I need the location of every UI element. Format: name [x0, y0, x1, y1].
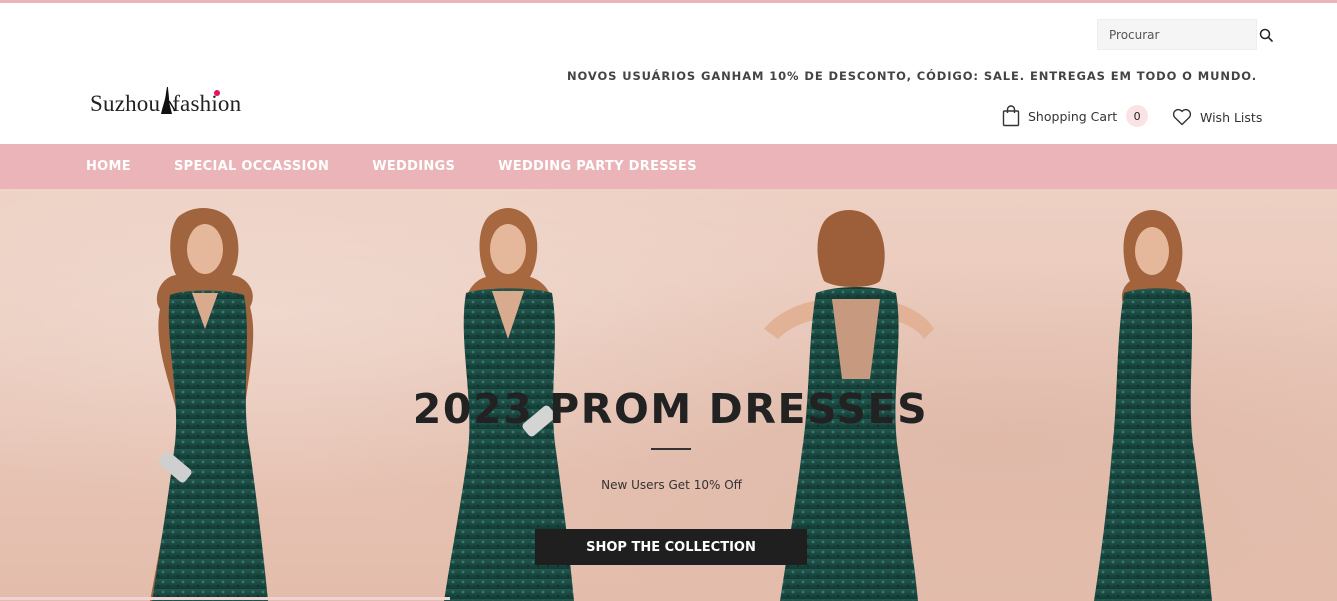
site-header: Suzhoufashion NOVOS USUÁRIOS GANHAM 10% …: [0, 3, 1337, 144]
logo-dress-icon: [161, 87, 176, 114]
hero-bottom-strip: [0, 597, 450, 600]
cart-count-badge: 0: [1126, 105, 1149, 127]
hero-banner: 2023 PROM DRESSES New Users Get 10% Off …: [0, 189, 1337, 601]
wish-lists-link[interactable]: Wish Lists: [1172, 104, 1262, 130]
heart-icon: [1172, 108, 1192, 126]
shopping-cart-label: Shopping Cart: [1028, 108, 1118, 124]
nav-item-weddings[interactable]: WEDDINGS: [372, 159, 455, 174]
shop-collection-button[interactable]: SHOP THE COLLECTION: [535, 529, 807, 565]
logo-dot: [214, 90, 220, 96]
shopping-bag-icon: [1002, 105, 1020, 127]
shopping-cart-link[interactable]: Shopping Cart 0: [1002, 102, 1149, 130]
hero-divider: [651, 448, 691, 450]
nav-item-home[interactable]: HOME: [86, 159, 131, 174]
hero-title: 2023 PROM DRESSES: [412, 385, 929, 433]
promo-banner-text: NOVOS USUÁRIOS GANHAM 10% DE DESCONTO, C…: [566, 69, 1257, 83]
nav-item-wedding-party-dresses[interactable]: WEDDING PARTY DRESSES: [498, 159, 697, 174]
search-button[interactable]: [1259, 20, 1273, 49]
nav-item-special-occasion[interactable]: SPECIAL OCCASSION: [174, 159, 329, 174]
search-icon: [1259, 28, 1273, 42]
site-logo[interactable]: Suzhou fashion: [90, 87, 241, 121]
hero-content: 2023 PROM DRESSES New Users Get 10% Off …: [0, 189, 1337, 601]
main-navigation: HOME SPECIAL OCCASSION WEDDINGS WEDDING …: [0, 144, 1337, 189]
search-input[interactable]: [1098, 20, 1259, 49]
hero-subtitle: New Users Get 10% Off: [601, 478, 742, 492]
search-box: [1097, 19, 1273, 50]
wish-lists-label: Wish Lists: [1200, 109, 1263, 125]
